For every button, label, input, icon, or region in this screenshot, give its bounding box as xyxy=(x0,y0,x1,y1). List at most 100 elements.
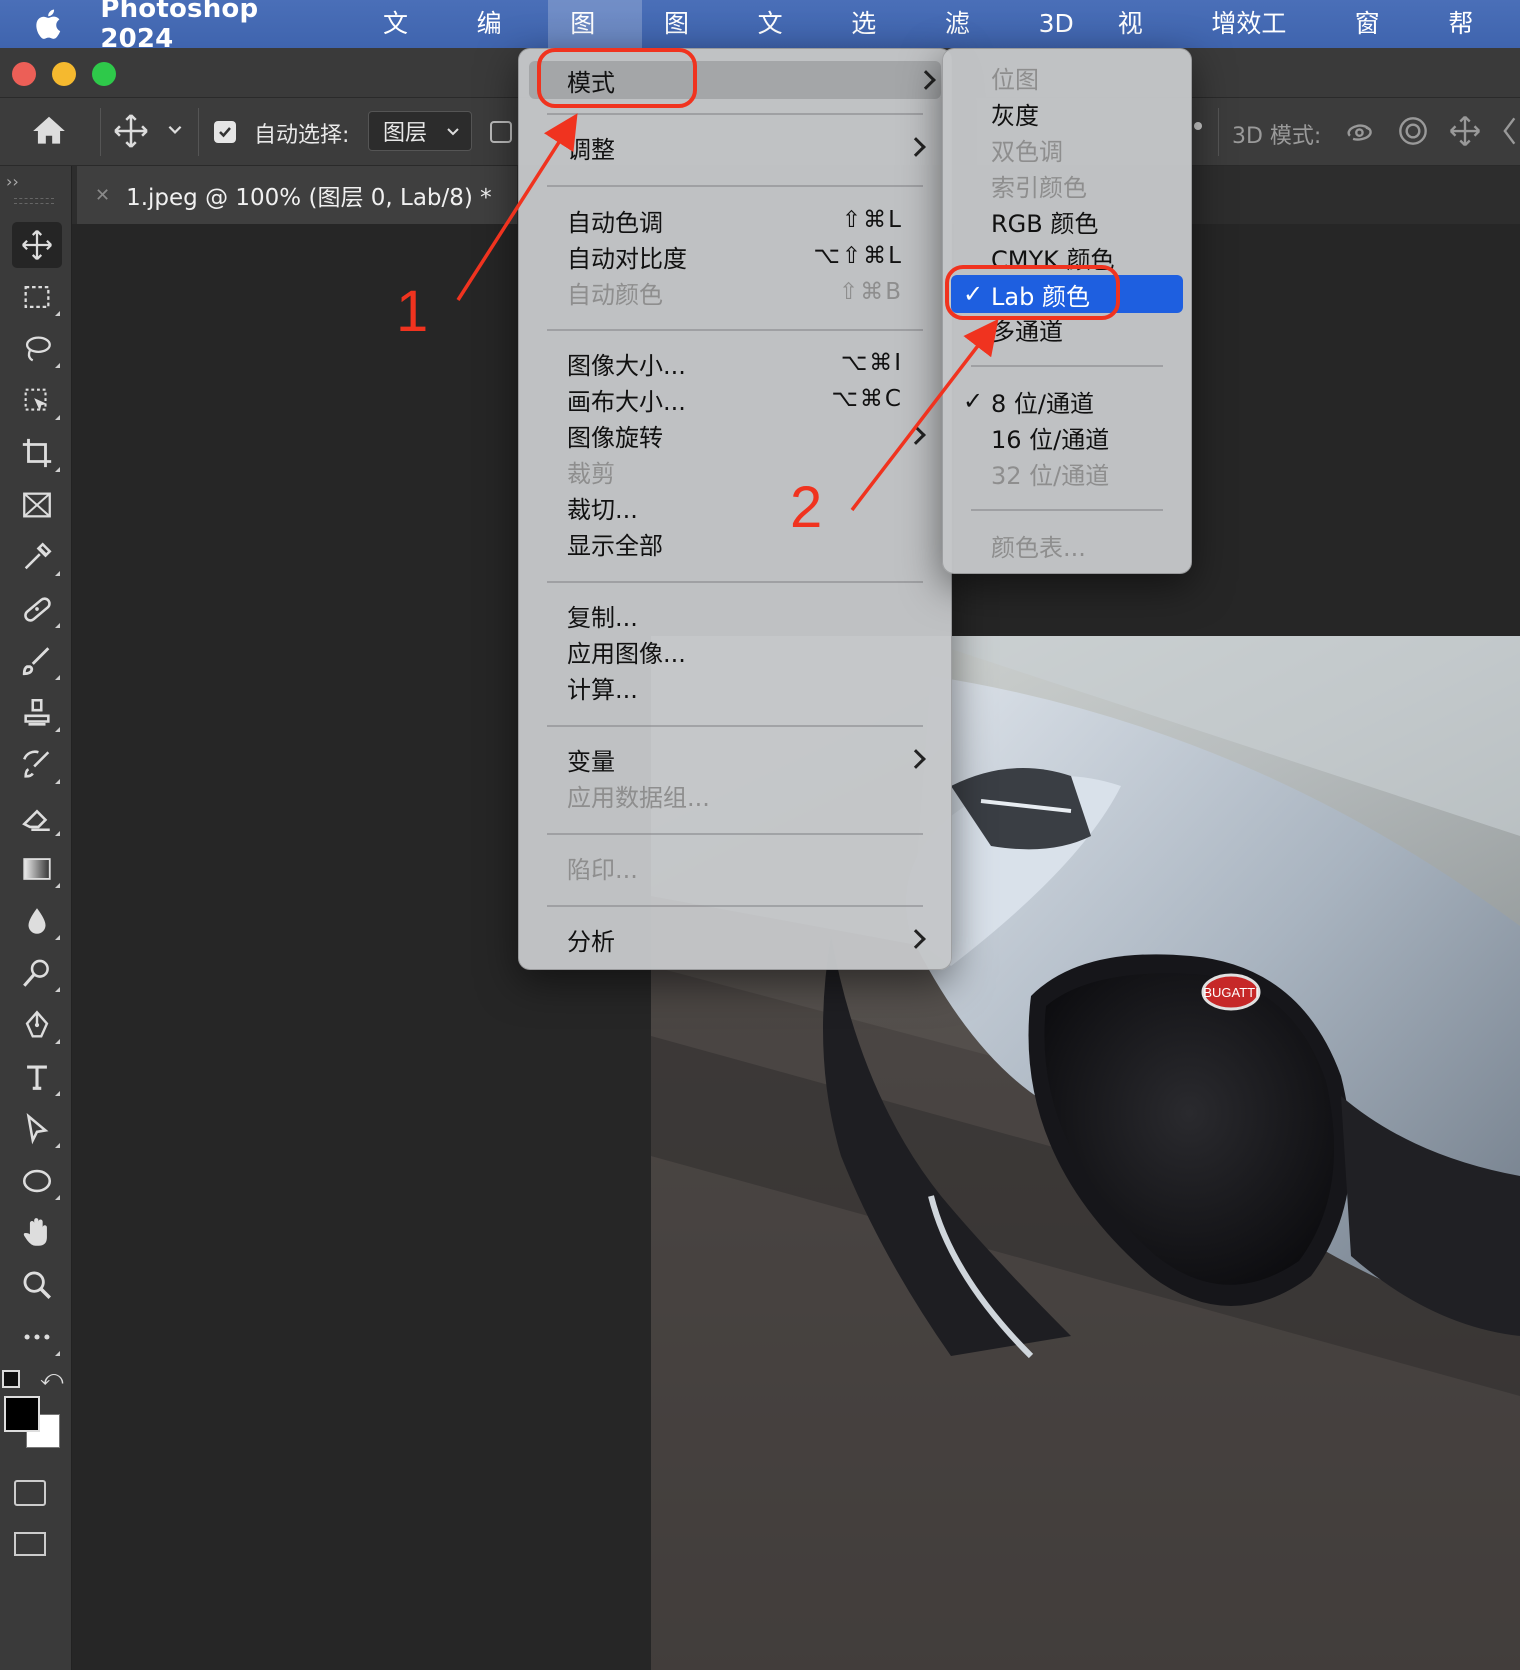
annotation-step-2: 2 xyxy=(790,475,823,540)
pen-tool[interactable] xyxy=(12,1002,62,1048)
mode-bitmap: 位图 xyxy=(991,59,1181,95)
move-tool[interactable] xyxy=(12,222,62,268)
options-dot-icon xyxy=(1194,122,1202,130)
lasso-tool[interactable] xyxy=(12,326,62,372)
tool-group-indicator xyxy=(55,831,60,836)
mode-8-bit[interactable]: ✓ 8 位/通道 xyxy=(963,383,1181,419)
auto-select-dropdown[interactable]: 图层 xyxy=(368,111,473,151)
app-name-menu[interactable]: Photoshop 2024 xyxy=(94,0,361,54)
panel-grip[interactable] xyxy=(14,198,54,204)
menu-3d[interactable]: 3D xyxy=(1017,0,1096,48)
menu-item-reveal-all-label: 显示全部 xyxy=(567,531,663,560)
menu-item-calculations[interactable]: 计算... xyxy=(567,669,931,705)
mode-rgb-color[interactable]: RGB 颜色 xyxy=(991,203,1181,239)
ellipse-tool[interactable] xyxy=(12,1158,62,1204)
menu-edit[interactable]: 编辑 xyxy=(455,0,549,86)
menu-window[interactable]: 窗口 xyxy=(1333,0,1427,86)
tool-group-indicator xyxy=(55,1195,60,1200)
tool-group-indicator xyxy=(55,311,60,316)
menu-item-duplicate[interactable]: 复制... xyxy=(567,597,931,633)
hand-tool[interactable] xyxy=(12,1210,62,1256)
zoom-tool[interactable] xyxy=(12,1262,62,1308)
mode-16-bit[interactable]: 16 位/通道 xyxy=(991,419,1181,455)
object-select-icon xyxy=(24,388,47,411)
slide-3d-icon[interactable] xyxy=(1496,112,1520,150)
menu-item-auto-color: 自动颜色 ⇧⌘B xyxy=(567,274,931,310)
dodge-tool[interactable] xyxy=(12,950,62,996)
menu-item-image-size[interactable]: 图像大小... ⌥⌘I xyxy=(567,345,931,381)
menu-layer[interactable]: 图层 xyxy=(642,0,736,86)
collapse-panel-icon[interactable]: ›› xyxy=(6,172,19,191)
tool-group-indicator xyxy=(55,1351,60,1356)
history-brush-tool[interactable] xyxy=(12,742,62,788)
chevron-right-icon xyxy=(906,425,926,445)
roll-3d-icon[interactable] xyxy=(1394,112,1432,150)
gradient-tool[interactable] xyxy=(12,846,62,892)
path-select-icon xyxy=(26,1113,49,1145)
annotation-ring-lab xyxy=(945,265,1120,320)
foreground-color-swatch[interactable] xyxy=(4,1396,40,1432)
menu-plugins[interactable]: 增效工具 xyxy=(1189,0,1332,86)
pen-icon xyxy=(25,1010,49,1038)
tool-group-indicator xyxy=(55,883,60,888)
mode-32-bit-label: 32 位/通道 xyxy=(991,461,1110,490)
menu-item-canvas-size[interactable]: 画布大小... ⌥⌘C xyxy=(567,381,931,417)
dropdown-chevron-icon xyxy=(447,128,459,136)
marquee-tool[interactable] xyxy=(12,274,62,320)
mode-16-bit-label: 16 位/通道 xyxy=(991,425,1110,454)
menu-item-trim-label: 裁切... xyxy=(567,495,638,524)
orbit-3d-icon[interactable] xyxy=(1342,112,1380,150)
menu-item-auto-tone[interactable]: 自动色调 ⇧⌘L xyxy=(567,202,931,238)
default-colors-icon[interactable] xyxy=(2,1370,20,1388)
tool-preset-chevron-icon[interactable] xyxy=(166,120,184,138)
screen-mode-icon[interactable] xyxy=(14,1532,46,1556)
blur-tool[interactable] xyxy=(12,898,62,944)
menu-item-apply-image[interactable]: 应用图像... xyxy=(567,633,931,669)
object-select-tool[interactable] xyxy=(12,378,62,424)
history-brush-icon xyxy=(23,750,50,778)
home-icon[interactable] xyxy=(30,112,68,150)
brush-tool[interactable] xyxy=(12,638,62,684)
menu-type[interactable]: 文字 xyxy=(736,0,830,86)
frame-tool[interactable] xyxy=(12,482,62,528)
menu-item-trim[interactable]: 裁切... xyxy=(567,489,931,525)
zoom-window-button[interactable] xyxy=(92,62,116,86)
more-tool[interactable] xyxy=(12,1314,62,1360)
menu-select[interactable]: 选择 xyxy=(829,0,923,86)
mode-grayscale[interactable]: 灰度 xyxy=(991,95,1181,131)
bugatti-badge: BUGATTI xyxy=(1203,985,1258,1000)
document-tab[interactable]: ✕ 1.jpeg @ 100% (图层 0, Lab/8) * xyxy=(77,166,517,224)
crop-tool[interactable] xyxy=(12,430,62,476)
apple-icon[interactable] xyxy=(0,0,94,48)
swap-colors-icon[interactable]: ⤺ xyxy=(40,1366,64,1391)
menu-item-adjustments[interactable]: 调整 xyxy=(567,129,931,165)
type-tool[interactable] xyxy=(12,1054,62,1100)
move-tool-options-icon[interactable] xyxy=(112,112,150,150)
close-window-button[interactable] xyxy=(12,62,36,86)
stamp-tool[interactable] xyxy=(12,690,62,736)
menu-item-analysis[interactable]: 分析 xyxy=(567,921,931,957)
transform-controls-checkbox[interactable] xyxy=(490,121,512,143)
menu-item-apply-data-set-label: 应用数据组... xyxy=(567,783,710,812)
quick-mask-icon[interactable] xyxy=(14,1480,46,1506)
menu-image[interactable]: 图像 xyxy=(548,0,642,86)
mode-8-bit-label: 8 位/通道 xyxy=(991,389,1094,418)
menu-item-auto-contrast[interactable]: 自动对比度 ⌥⇧⌘L xyxy=(567,238,931,274)
close-tab-icon[interactable]: ✕ xyxy=(95,185,110,206)
menu-item-crop-label: 裁剪 xyxy=(567,459,615,488)
menu-item-variables[interactable]: 变量 xyxy=(567,741,931,777)
menu-help[interactable]: 帮助 xyxy=(1426,0,1520,86)
drag-3d-icon[interactable] xyxy=(1446,112,1484,150)
auto-select-checkbox[interactable] xyxy=(214,121,236,143)
menu-filter[interactable]: 滤镜 xyxy=(923,0,1017,86)
healing-tool[interactable] xyxy=(12,586,62,632)
menu-item-image-rotation[interactable]: 图像旋转 xyxy=(567,417,931,453)
menu-item-reveal-all[interactable]: 显示全部 xyxy=(567,525,931,561)
eyedropper-tool[interactable] xyxy=(12,534,62,580)
eraser-tool[interactable] xyxy=(12,794,62,840)
menu-file[interactable]: 文件 xyxy=(361,0,455,86)
menu-view[interactable]: 视图 xyxy=(1096,0,1190,86)
minimize-window-button[interactable] xyxy=(52,62,76,86)
path-select-tool[interactable] xyxy=(12,1106,62,1152)
chevron-right-icon xyxy=(906,749,926,769)
